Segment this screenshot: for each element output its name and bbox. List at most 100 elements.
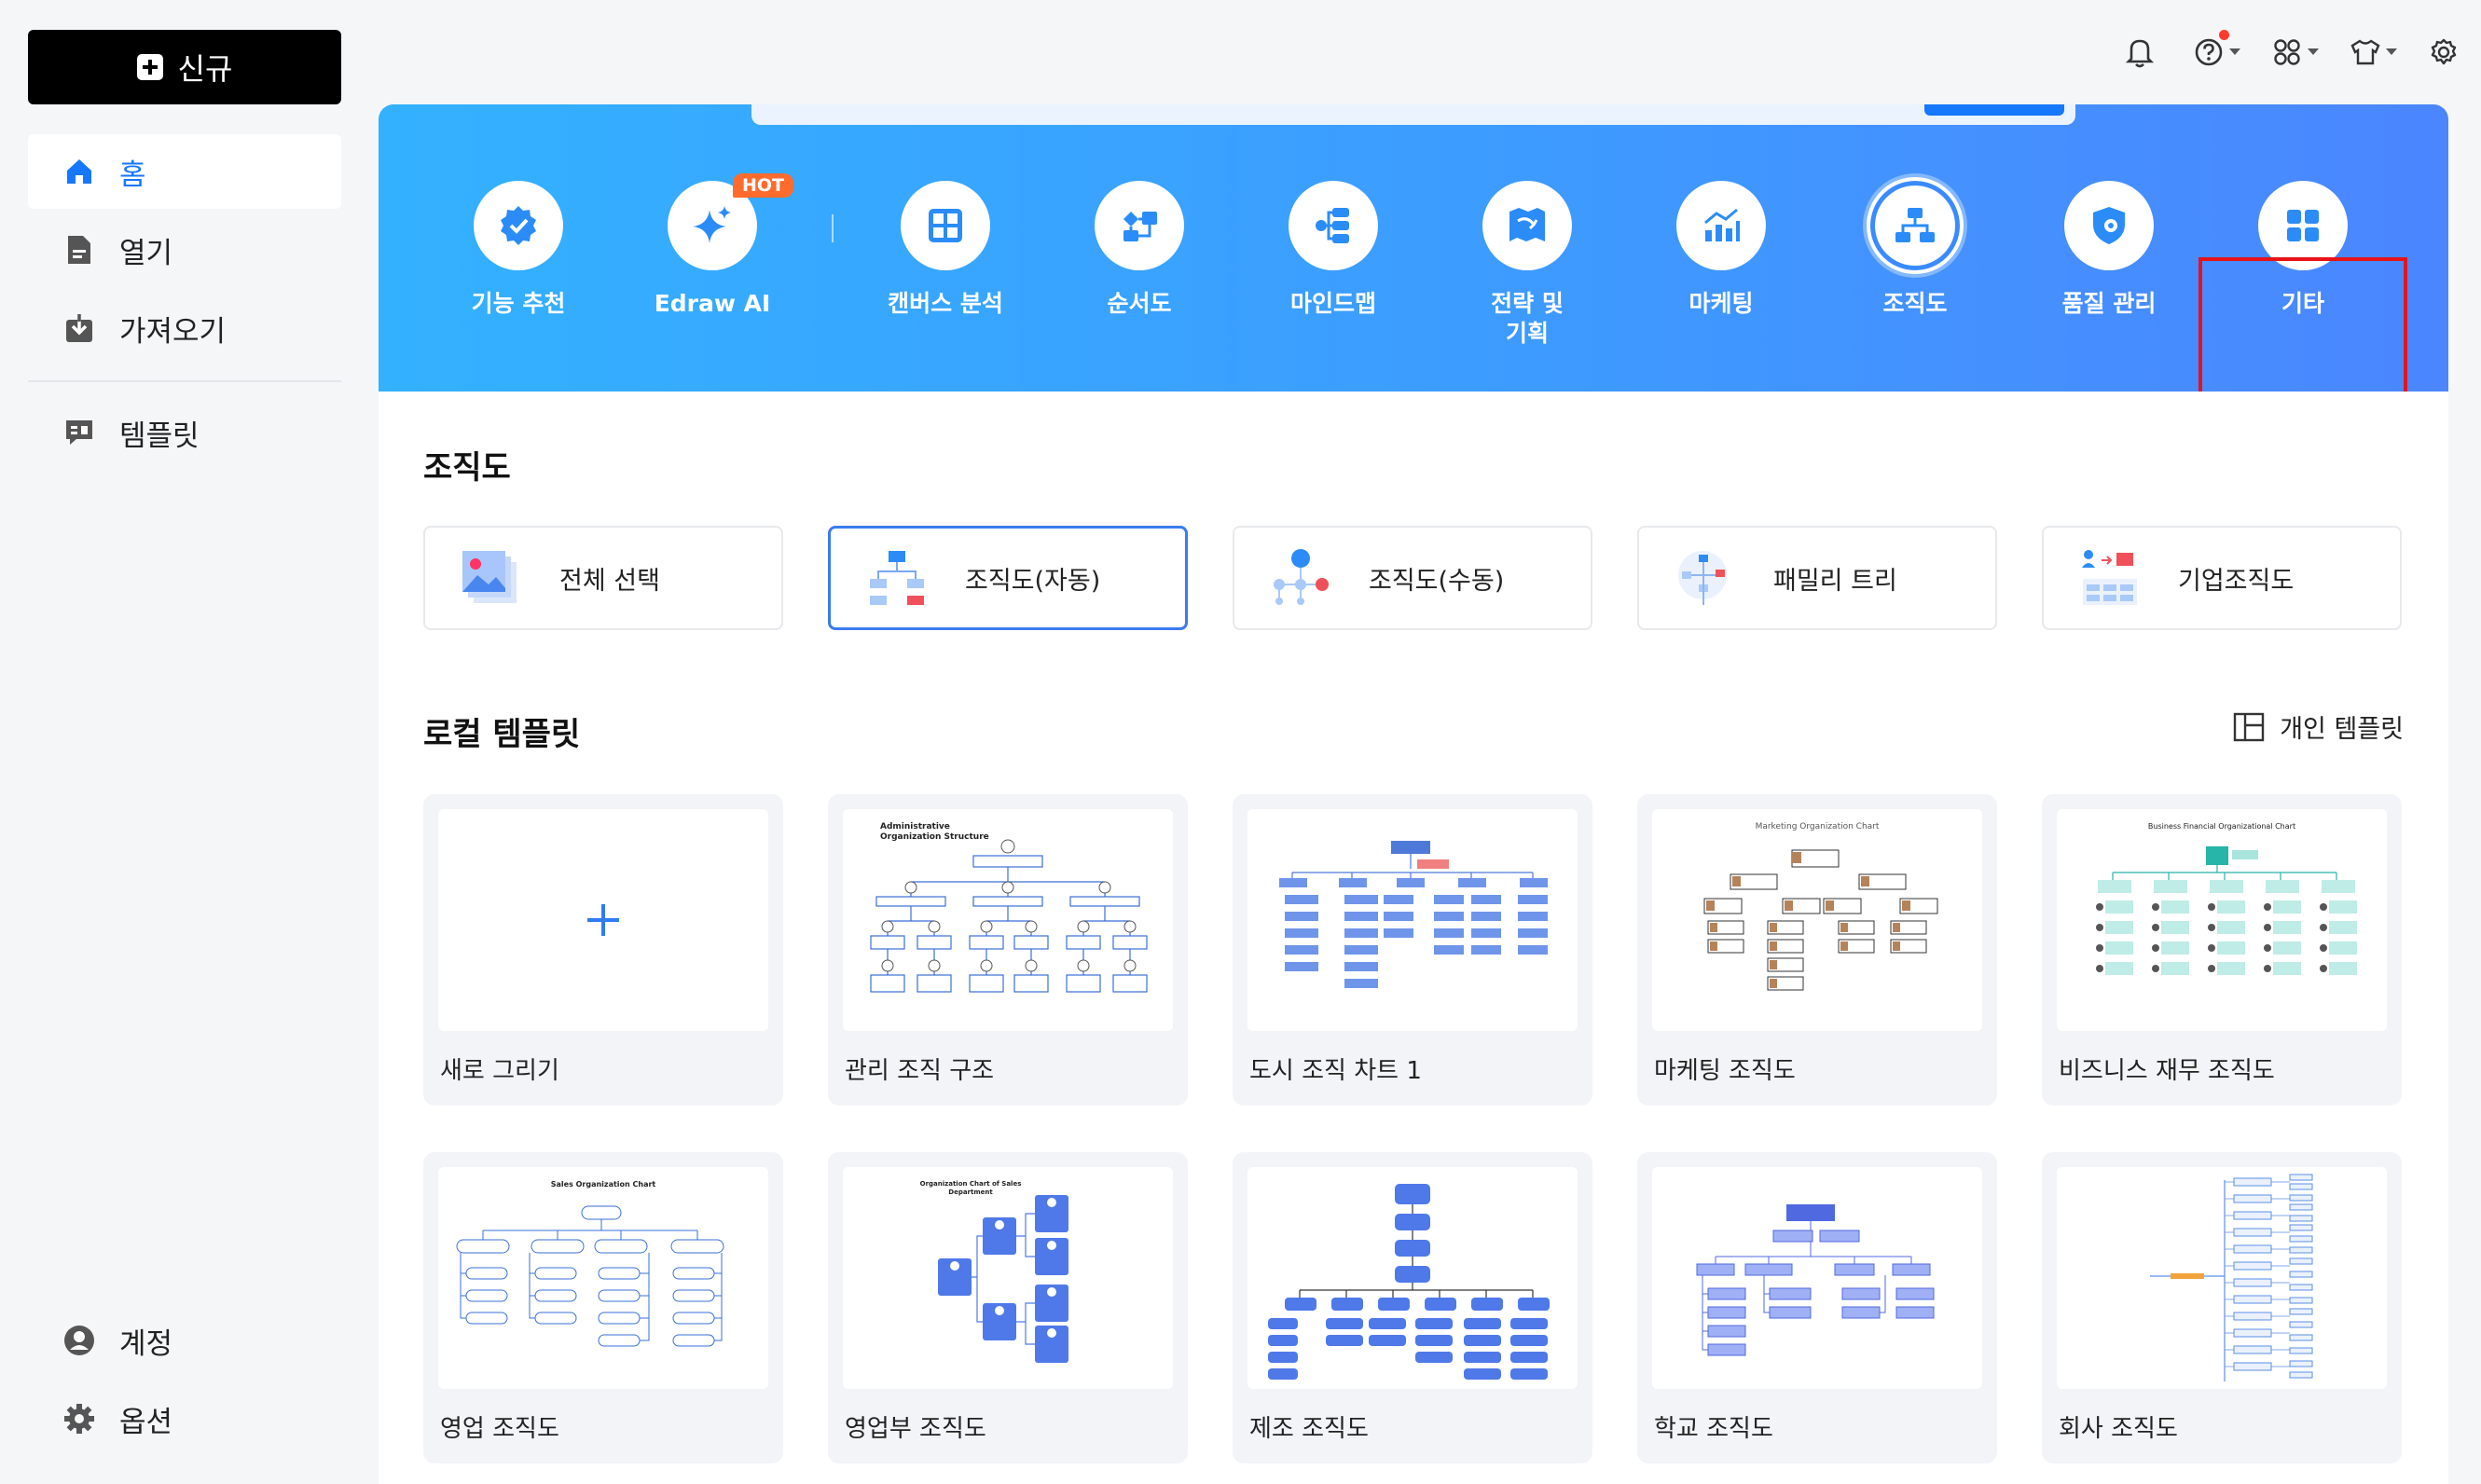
category-marketing[interactable]: 마케팅 [1637,181,1805,319]
document-icon [63,234,95,266]
template-thumbnail: Business Financial Organizational Chart [2057,809,2387,1031]
template-icon [63,417,95,448]
template-card[interactable]: 도시 조직 차트 1 [1233,794,1592,1106]
template-name: 새로 그리기 [440,1057,559,1085]
filter-label: 기업조직도 [2178,566,2295,596]
org-chart-icon [1867,177,1964,274]
thumbnail-title: Marketing Organization Chart [1755,822,1880,831]
category-label: 순서도 [1107,290,1172,317]
template-card[interactable]: Administrative Organization Structure 관리… [828,794,1188,1106]
home-icon [63,156,95,187]
notification-dot [2219,30,2229,40]
org-nodes-icon [1270,547,1331,609]
org-diagram-preview [1703,849,1938,991]
category-canvas[interactable]: 캔버스 분석 [861,181,1029,319]
category-flowchart[interactable]: 순서도 [1055,181,1223,319]
category-label: 기능 추천 [471,290,566,317]
sidebar-item-label: 가져오기 [119,314,227,349]
gear-icon [63,1403,95,1435]
sidebar-item-templates[interactable]: 템플릿 [28,395,341,470]
sidebar-divider [28,380,341,382]
template-thumbnail: Sales Organization Chart [438,1167,768,1389]
bell-icon[interactable] [2121,34,2158,71]
sidebar-item-home[interactable]: 홈 [28,134,341,209]
family-tree-icon [1675,547,1736,609]
filter-label: 조직도(수동) [1369,566,1505,596]
template-card[interactable]: 학교 조직도 [1637,1152,1997,1463]
app-window: 신규 홈 열기 가져오기 템플릿 계정 옵션 기능 추천 HOT Edraw A… [0,0,2481,1484]
category-label: 캔버스 분석 [888,290,1003,317]
filter-all[interactable]: 전체 선택 [423,526,783,630]
template-thumbnail [438,809,768,1031]
sidebar-item-label: 열기 [119,236,173,270]
sidebar-item-import[interactable]: 가져오기 [28,291,341,365]
template-thumbnail [1247,809,1578,1031]
sidebar-item-label: 템플릿 [119,419,200,453]
org-diagram-preview [2096,846,2357,975]
org-diagram-preview [938,1195,1068,1363]
template-card[interactable]: Business Financial Organizational Chart … [2042,794,2402,1106]
org-diagram-preview [1268,1184,1550,1380]
template-card[interactable]: Organization Chart of Sales Department 영… [828,1152,1188,1463]
category-label: 마케팅 [1688,290,1754,317]
sidebar-item-options[interactable]: 옵션 [28,1381,341,1456]
template-name: 도시 조직 차트 1 [1249,1057,1422,1085]
filter-org-auto[interactable]: 조직도(자동) [828,526,1188,630]
template-name: 비즈니스 재무 조직도 [2059,1057,2275,1085]
chevron-down-icon [2386,48,2397,55]
template-name: 영업부 조직도 [845,1415,986,1443]
chart-icon [1676,181,1766,270]
filter-label: 전체 선택 [559,566,660,596]
category-edraw-ai[interactable]: HOT Edraw AI [628,173,796,319]
sidebar-item-account[interactable]: 계정 [28,1303,341,1378]
thumbnail-title: Business Financial Organizational Chart [2147,822,2296,831]
template-card[interactable]: 회사 조직도 [2042,1152,2402,1463]
org-diagram-preview [2150,1174,2313,1381]
template-card[interactable]: 제조 조직도 [1233,1152,1592,1463]
personal-templates-label: 개인 템플릿 [2280,715,2404,744]
search-bar[interactable] [751,104,2075,125]
org-diagram-preview [1279,841,1548,988]
filter-label: 패밀리 트리 [1773,566,1897,596]
template-card-new[interactable]: 새로 그리기 [423,794,783,1106]
help-icon[interactable] [2190,30,2240,71]
apps-icon[interactable] [2268,34,2319,71]
thumbnail-title: Administrative Organization Structure [880,822,989,842]
new-button[interactable]: 신규 [28,30,341,104]
template-name: 회사 조직도 [2059,1415,2178,1443]
chevron-down-icon [2308,48,2319,55]
category-mindmap[interactable]: 마인드맵 [1249,181,1417,319]
sidebar-item-label: 홈 [119,158,146,192]
category-quality[interactable]: 품질 관리 [2025,181,2193,319]
template-name: 마케팅 조직도 [1654,1057,1796,1085]
template-thumbnail [2057,1167,2387,1389]
filter-org-manual[interactable]: 조직도(수동) [1233,526,1592,630]
thumbnail-title: Sales Organization Chart [550,1180,656,1189]
category-label: 마인드맵 [1289,290,1376,317]
enterprise-org-icon [2079,547,2141,609]
settings-icon[interactable] [2425,34,2462,71]
sidebar-item-open[interactable]: 열기 [28,213,341,287]
personal-templates-button[interactable]: 개인 템플릿 [2233,708,2404,745]
plus-icon [587,904,619,936]
category-strategy[interactable]: 전략 및 기획 [1443,181,1611,349]
category-org-chart[interactable]: 조직도 [1831,177,1999,319]
template-thumbnail: Organization Chart of Sales Department [843,1167,1173,1389]
image-stack-icon [461,547,522,609]
template-card[interactable]: Marketing Organization Chart 마케팅 조직도 [1637,794,1997,1106]
new-button-label: 신규 [177,51,233,87]
filter-family-tree[interactable]: 패밀리 트리 [1637,526,1997,630]
category-label: 품질 관리 [2061,290,2157,317]
category-feature[interactable]: 기능 추천 [434,181,602,319]
strategy-map-icon [1482,181,1572,270]
sidebar-item-label: 계정 [119,1326,173,1361]
filter-enterprise[interactable]: 기업조직도 [2042,526,2402,630]
template-thumbnail [1652,1167,1982,1389]
template-card[interactable]: Sales Organization Chart 영업 조직도 [423,1152,783,1463]
chevron-down-icon [2229,48,2240,55]
search-button[interactable] [1924,104,2064,116]
shirt-icon[interactable] [2347,34,2397,71]
org-diagram-preview [1696,1204,1935,1356]
section-title: 조직도 [423,449,511,487]
template-thumbnail: Administrative Organization Structure [843,809,1173,1031]
